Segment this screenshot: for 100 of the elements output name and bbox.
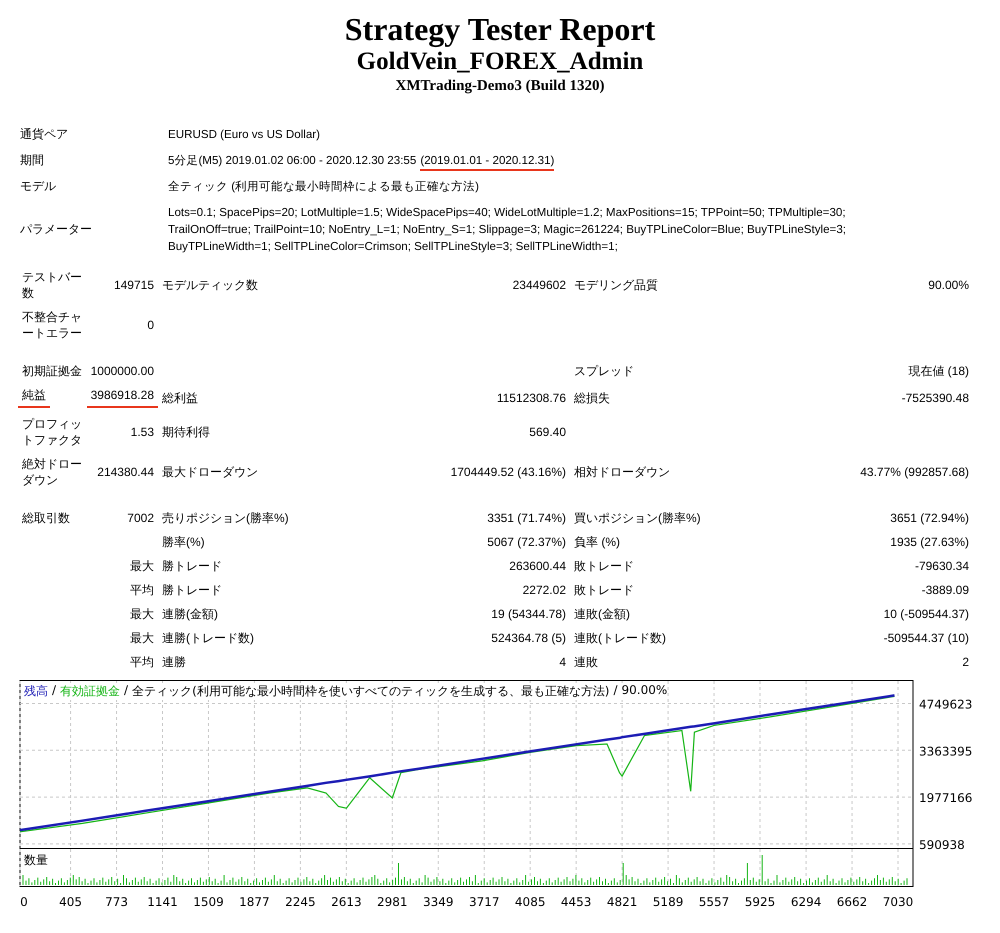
stat-label: 連敗 (574, 654, 598, 670)
stat-value: 214380.44 (97, 464, 154, 480)
field-label: 期間 (20, 152, 45, 169)
stat-value: 2272.02 (522, 582, 566, 598)
stat-value: 現在値 (18) (908, 363, 969, 379)
x-axis-label: 1141 (147, 895, 178, 909)
stat-value: 最大 (130, 606, 154, 622)
stat-label: スプレッド (574, 363, 634, 379)
stat-label: モデルティック数 (162, 277, 258, 293)
stat-label: 期待利得 (162, 424, 210, 440)
stat-label: 純益 (18, 387, 50, 408)
stat-value: 4 (559, 654, 566, 670)
stat-value: 7002 (127, 510, 154, 526)
x-axis-label: 3717 (468, 895, 500, 909)
stat-label: 連勝 (162, 654, 186, 670)
stat-value: -3889.09 (922, 582, 969, 598)
stat-value: 3986918.28 (86, 387, 158, 408)
field-value: (2019.01.01 - 2020.12.31) (420, 154, 554, 171)
x-axis-label: 773 (105, 895, 128, 909)
x-axis-label: 3349 (423, 895, 454, 909)
field-label: 通貨ペア (20, 126, 69, 143)
x-axis-label: 2613 (331, 895, 362, 909)
x-axis-label: 1509 (193, 895, 224, 909)
stat-label: 総損失 (574, 390, 610, 406)
field-label: モデル (20, 178, 57, 195)
x-axis-label: 1877 (239, 895, 270, 909)
stat-label: 勝トレード (162, 582, 222, 598)
x-axis-label: 2245 (285, 895, 316, 909)
stat-label: モデリング品質 (574, 277, 658, 293)
stat-value: 3651 (72.94%) (890, 510, 969, 526)
stat-value: 1935 (27.63%) (890, 534, 969, 550)
stat-label: 不整合チャートエラー (22, 309, 83, 341)
stat-label: 連敗(トレード数) (574, 630, 666, 646)
stat-label: 敗トレード (574, 558, 634, 574)
stat-value: -79630.34 (914, 558, 969, 574)
stat-label: プロフィットファクタ (22, 416, 83, 448)
legend-label: 有効証拠金 (60, 683, 120, 700)
stat-value: 43.77% (992857.68) (860, 464, 969, 480)
stat-label: 連勝(金額) (162, 606, 218, 622)
x-axis-label: 5925 (744, 895, 776, 909)
stat-value: 569.40 (529, 424, 566, 440)
x-axis-label: 6662 (836, 895, 868, 909)
legend-label: 残高 (24, 683, 48, 700)
stat-value: 最大 (130, 630, 154, 646)
stat-value: -7525390.48 (902, 390, 969, 406)
stat-value: 2 (962, 654, 969, 670)
legend-separator: / (613, 683, 618, 699)
y-axis-label: 1977166 (919, 791, 972, 806)
y-axis-label: 590938 (919, 838, 965, 852)
stat-label: 勝率(%) (162, 534, 205, 550)
stat-value: 0 (147, 317, 154, 333)
stat-label: 売りポジション(勝率%) (162, 510, 289, 526)
x-axis-label: 2981 (377, 895, 408, 909)
stat-value: 23449602 (512, 277, 566, 293)
report-title: Strategy Tester Report (344, 10, 656, 48)
legend-separator: / (124, 683, 128, 699)
stat-value: 3351 (71.74%) (487, 510, 566, 526)
stat-label: 連敗(金額) (574, 606, 630, 622)
field-value: EURUSD (Euro vs US Dollar) (168, 128, 320, 141)
stat-label: 絶対ドローダウン (22, 456, 83, 488)
stat-value: -509544.37 (10) (884, 630, 969, 646)
legend-label: 全ティック(利用可能な最小時間枠を使いすべてのティックを生成する、最も正確な方法) (132, 683, 610, 700)
y-axis-label: 4749623 (919, 697, 972, 712)
field-value: 5分足(M5) 2019.01.02 06:00 - 2020.12.30 23:55 (168, 154, 416, 167)
x-axis-label: 4821 (606, 895, 638, 909)
legend-label: 90.00% (622, 683, 668, 699)
x-axis-label: 0 (20, 895, 28, 909)
x-axis-label: 5189 (652, 895, 684, 909)
x-axis-label: 5557 (698, 895, 730, 909)
stat-label: 敗トレード (574, 582, 634, 598)
stat-value: 149715 (114, 277, 154, 293)
field-label: パラメーター (20, 221, 93, 238)
stat-label: テストバー数 (22, 269, 83, 301)
volume-label: 数量 (24, 852, 48, 869)
stat-label: 負率 (%) (574, 534, 620, 550)
report-subtitle: GoldVein_FOREX_Admin (356, 48, 644, 76)
x-axis-label: 405 (59, 895, 82, 909)
stat-value: 19 (54344.78) (491, 606, 566, 622)
x-axis-label: 4085 (514, 895, 546, 909)
legend-separator: / (52, 683, 56, 699)
stat-value: 11512308.76 (496, 390, 566, 406)
stat-value: 5067 (72.37%) (487, 534, 566, 550)
stat-value: 平均 (130, 654, 154, 670)
stat-value: 1000000.00 (90, 363, 154, 379)
x-axis-label: 4453 (560, 895, 592, 909)
x-axis-label: 6294 (790, 895, 822, 909)
stat-value: 10 (-509544.37) (884, 606, 969, 622)
stat-label: 初期証拠金 (22, 363, 82, 379)
field-value: Lots=0.1; SpacePips=20; LotMultiple=1.5; WideSpacePips=40; WideLotMultiple=1.2; MaxPositions=15; TPPoint=50; TPMultiple=30; TrailOnOff=true; TrailPoint=10; NoEntry_L=1; NoEntry_S=1; Slippage=3; Magic=261224; BuyTPLineColor=Blue; BuyTPLineStyle=3; BuyTPLineWidth=1; SellTPLineColor=Crimson; SellTPLineStyle=3; SellTPLineWidth=1; (168, 206, 846, 253)
stat-label: 相対ドローダウン (574, 464, 670, 480)
stat-label: 最大ドローダウン (162, 464, 258, 480)
stat-label: 勝トレード (162, 558, 222, 574)
stat-label: 買いポジション(勝率%) (574, 510, 701, 526)
stat-value: 1704449.52 (43.16%) (450, 464, 566, 480)
stat-label: 総利益 (162, 390, 198, 406)
y-axis-label: 3363395 (919, 744, 972, 758)
stat-value: 最大 (130, 558, 154, 574)
stat-label: 総取引数 (22, 510, 70, 526)
stat-value: 263600.44 (509, 558, 566, 574)
server-name: XMTrading-Demo3 (Build 1320) (396, 77, 604, 96)
